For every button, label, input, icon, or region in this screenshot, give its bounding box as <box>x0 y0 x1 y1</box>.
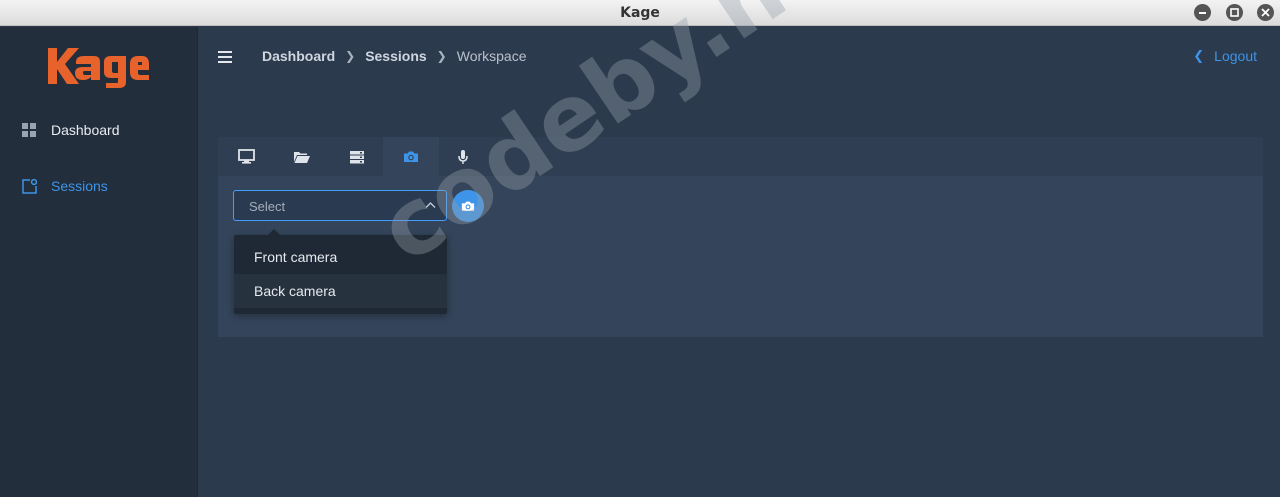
folder-open-icon <box>294 151 310 163</box>
kage-logo <box>48 48 149 88</box>
tool-tabs <box>218 137 1263 176</box>
minimize-icon <box>1199 12 1206 14</box>
close-icon <box>1261 8 1270 17</box>
sidebar-item-sessions[interactable]: Sessions <box>0 171 198 201</box>
sidebar-item-label: Dashboard <box>51 122 120 138</box>
maximize-button[interactable] <box>1226 4 1243 21</box>
chevron-right-icon: ❯ <box>345 49 356 63</box>
dropdown-option-front-camera[interactable]: Front camera <box>234 240 447 274</box>
hamburger-menu-icon[interactable] <box>218 51 232 63</box>
sidebar: Dashboard Sessions <box>0 27 198 497</box>
camera-icon <box>404 151 418 162</box>
take-photo-button[interactable] <box>452 190 484 222</box>
logout-label: Logout <box>1214 48 1257 64</box>
tab-files[interactable] <box>274 137 330 176</box>
server-icon <box>350 150 364 163</box>
camera-icon <box>461 201 475 211</box>
monitor-icon <box>237 149 255 164</box>
close-button[interactable] <box>1257 4 1274 21</box>
tab-screen[interactable] <box>218 137 274 176</box>
breadcrumb-sessions[interactable]: Sessions <box>365 48 426 64</box>
dropdown-option-back-camera[interactable]: Back camera <box>234 274 447 308</box>
camera-select-placeholder: Select <box>249 199 286 214</box>
maximize-icon <box>1230 8 1239 17</box>
window-titlebar: Kage <box>0 0 1280 26</box>
tab-microphone[interactable] <box>435 137 491 176</box>
microphone-icon <box>458 149 468 164</box>
window-title: Kage <box>620 4 660 21</box>
top-header: Dashboard ❯ Sessions ❯ Workspace ❮ Logou… <box>199 27 1280 87</box>
camera-dropdown: Front camera Back camera <box>234 229 447 314</box>
minimize-button[interactable] <box>1194 4 1211 21</box>
logout-button[interactable]: ❮ Logout <box>1193 48 1257 64</box>
camera-select[interactable]: Select <box>233 190 447 221</box>
sidebar-item-label: Sessions <box>51 178 108 194</box>
tab-camera[interactable] <box>383 137 439 176</box>
chevron-left-icon: ❮ <box>1193 48 1205 63</box>
tab-system[interactable] <box>329 137 385 176</box>
chevron-up-icon <box>425 202 436 208</box>
sidebar-item-dashboard[interactable]: Dashboard <box>0 115 198 145</box>
breadcrumb-workspace: Workspace <box>456 48 527 64</box>
grid-icon <box>22 123 36 137</box>
chevron-right-icon: ❯ <box>436 49 447 63</box>
breadcrumb: Dashboard ❯ Sessions ❯ Workspace <box>262 48 527 64</box>
workspace-panel: Select Front camera Back camera <box>218 137 1263 337</box>
breadcrumb-dashboard[interactable]: Dashboard <box>262 48 335 64</box>
sessions-icon <box>22 178 38 194</box>
